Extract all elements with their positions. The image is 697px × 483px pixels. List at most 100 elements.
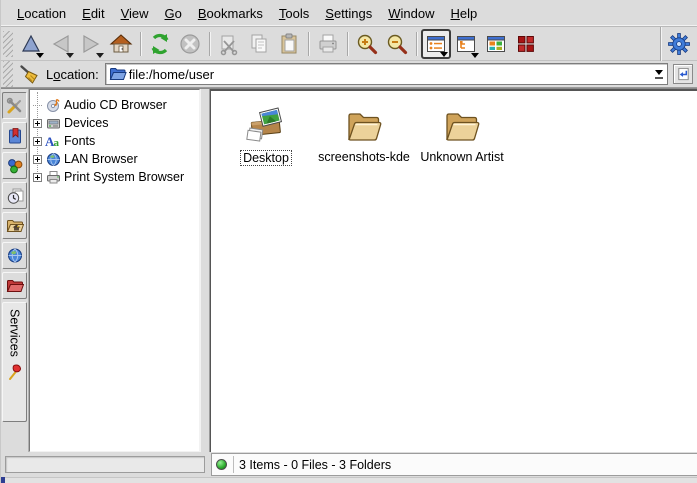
menu-location[interactable]: Location [9,2,74,25]
sidebar-tree-panel: Audio CD Browser Devices [29,89,200,452]
tree-item-lan-browser[interactable]: LAN Browser [32,150,197,168]
zoom-out-button[interactable] [382,29,412,59]
back-button[interactable] [46,29,76,59]
sidebar-tab-devices[interactable] [2,152,27,179]
detail-view-icon [516,34,536,54]
icon-view-button[interactable] [421,29,451,59]
forward-button[interactable] [76,29,106,59]
expand-plus-icon[interactable] [33,119,42,128]
clear-location-button[interactable] [16,61,44,87]
cut-button[interactable] [214,29,244,59]
desktop-icon [244,105,288,145]
status-separator [233,456,234,473]
sidebar-tab-root-folder[interactable] [2,272,27,299]
toolbar-handle[interactable] [3,61,13,87]
network-globe-icon [6,247,24,265]
copy-button[interactable] [244,29,274,59]
tree-item-print-system-browser[interactable]: Print System Browser [32,168,197,186]
menu-tools[interactable]: Tools [271,2,317,25]
audio-cd-icon [45,98,61,113]
cut-icon [217,32,241,56]
tree-item-label: Devices [64,116,108,130]
file-item-screenshots-kde[interactable]: screenshots-kde [315,105,413,164]
menu-settings[interactable]: Settings [317,2,380,25]
folder-view[interactable]: Desktop screenshots-kde [210,89,697,452]
sidebar-tab-network[interactable] [2,242,27,269]
chevron-down-icon [440,52,448,57]
sidebar-configure-button[interactable] [2,92,27,119]
window-corner-decoration [1,477,5,483]
toolbar-separator [416,32,417,56]
tree-view-button[interactable] [451,29,481,59]
location-combobox[interactable] [105,63,668,85]
bookmark-icon [6,127,24,145]
clear-location-icon [18,62,42,86]
expand-plus-icon[interactable] [33,137,42,146]
progress-bar [5,456,205,473]
multicolumn-view-button[interactable] [481,29,511,59]
folder-icon [442,105,482,145]
menu-go[interactable]: Go [157,2,190,25]
services-tree: Audio CD Browser Devices [32,96,197,186]
sidebar-tab-services-active[interactable]: Services [2,302,27,422]
paste-button[interactable] [274,29,304,59]
status-row: 3 Items - 0 Files - 3 Folders [1,452,697,477]
go-icon [676,67,691,82]
panel-splitter[interactable] [200,89,210,452]
konqueror-gear-button[interactable] [664,29,694,59]
icon-view-icon [426,34,446,54]
location-input[interactable] [127,67,650,82]
file-label[interactable]: Unknown Artist [420,150,503,164]
menu-view[interactable]: View [113,2,157,25]
toolbar-separator [209,32,210,56]
chevron-down-icon [471,53,479,58]
history-icon [6,187,24,205]
tree-item-audio-cd-browser[interactable]: Audio CD Browser [32,96,197,114]
sidebar-tab-home-folder[interactable] [2,212,27,239]
menu-window[interactable]: Window [380,2,442,25]
stop-button[interactable] [175,29,205,59]
toolbar-handle[interactable] [3,31,13,57]
multicolumn-view-icon [486,34,506,54]
menu-help[interactable]: Help [443,2,486,25]
combo-arrow-bar [655,77,663,79]
tree-item-fonts[interactable]: A a Fonts [32,132,197,150]
detail-view-button[interactable] [511,29,541,59]
sidebar-tab-history[interactable] [2,182,27,209]
print-button[interactable] [313,29,343,59]
chevron-down-icon [655,70,663,75]
file-item-desktop[interactable]: Desktop [217,105,315,166]
sidebar-tab-bar: Services [1,89,29,452]
tree-item-devices[interactable]: Devices [32,114,197,132]
device-box-icon [45,116,61,131]
reload-button[interactable] [145,29,175,59]
zoom-in-button[interactable] [352,29,382,59]
file-item-unknown-artist[interactable]: Unknown Artist [413,105,511,164]
zoom-out-icon [385,32,409,56]
tree-item-label: Print System Browser [64,170,184,184]
up-button[interactable] [16,29,46,59]
throbber-toolbar [660,27,697,61]
menu-bookmarks[interactable]: Bookmarks [190,2,271,25]
file-label[interactable]: Desktop [240,150,292,166]
svg-text:a: a [54,137,60,149]
tree-view-icon [456,34,476,54]
menu-bar: Location Edit View Go Bookmarks Tools Se… [1,0,697,27]
copy-icon [247,32,271,56]
combo-dropdown-arrow[interactable] [650,64,667,84]
home-icon [109,32,133,56]
go-button[interactable] [673,64,693,84]
location-toolbar: Location: [1,61,697,88]
location-label: Location: [46,67,99,82]
printer-icon [45,170,61,185]
sidebar-tab-bookmarks[interactable] [2,122,27,149]
menu-edit[interactable]: Edit [74,2,112,25]
services-flag-icon [6,363,24,381]
file-label[interactable]: screenshots-kde [318,150,410,164]
reload-icon [148,32,172,56]
expand-plus-icon[interactable] [33,155,42,164]
expand-plus-icon[interactable] [33,173,42,182]
home-button[interactable] [106,29,136,59]
toolbar-separator [347,32,348,56]
tree-item-label: LAN Browser [64,152,138,166]
